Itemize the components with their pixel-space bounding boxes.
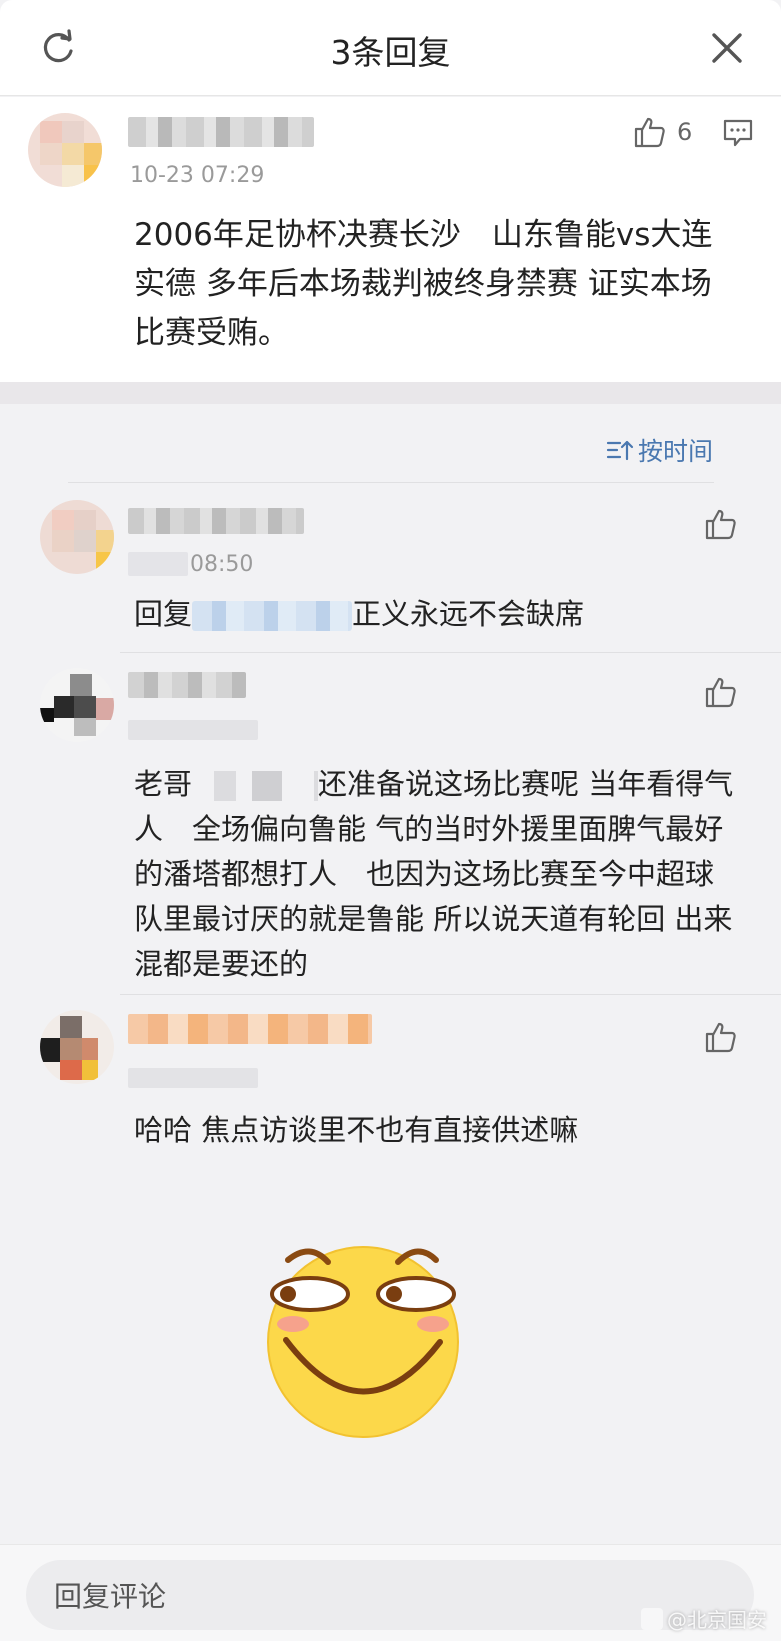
watermark: @北京国安 bbox=[641, 1604, 767, 1633]
reply-text: 回复 正义永远不会缺席 bbox=[134, 592, 734, 637]
reply-text: 哈哈 焦点访谈里不也有直接供述嘛 bbox=[134, 1108, 734, 1153]
time-blurred bbox=[128, 1068, 258, 1088]
avatar[interactable] bbox=[40, 668, 114, 742]
sort-icon bbox=[606, 440, 634, 461]
thumbs-up-icon[interactable] bbox=[704, 1020, 738, 1054]
reply-content: 哈哈 焦点访谈里不也有直接供述嘛 bbox=[134, 1113, 579, 1147]
mention-blurred[interactable] bbox=[192, 771, 319, 801]
smirk-emoji-icon bbox=[267, 1246, 459, 1438]
username-blurred[interactable] bbox=[128, 1014, 372, 1044]
avatar[interactable] bbox=[40, 1010, 114, 1084]
reply-text: 老哥 还准备说这场比赛呢 当年看得气人 全场偏向鲁能 气的当时外援里面脾气最好的潘… bbox=[134, 762, 734, 987]
comment-text: 2006年足协杯决赛长沙 山东鲁能vs大连实德 多年后本场裁判被终身禁赛 证实本… bbox=[134, 217, 713, 351]
reply-time: 08:50 bbox=[190, 552, 254, 577]
thumbs-up-icon[interactable] bbox=[704, 507, 738, 541]
avatar[interactable] bbox=[28, 113, 102, 187]
divider bbox=[68, 482, 714, 483]
time-blurred bbox=[128, 720, 258, 740]
mention-blurred[interactable] bbox=[192, 601, 353, 631]
reply-prefix: 回复 bbox=[134, 597, 193, 631]
dialog-header: 3条回复 bbox=[0, 0, 781, 96]
close-icon[interactable] bbox=[709, 30, 745, 66]
watermark-text: @北京国安 bbox=[667, 1608, 767, 1632]
divider bbox=[120, 994, 781, 995]
like-button[interactable]: 6 bbox=[633, 115, 692, 149]
weibo-logo-icon bbox=[641, 1607, 663, 1630]
thumbs-up-icon bbox=[634, 117, 665, 148]
reply-content: 正义永远不会缺席 bbox=[352, 597, 585, 631]
reply-placeholder: 回复评论 bbox=[54, 1580, 167, 1613]
username-blurred[interactable] bbox=[128, 672, 246, 698]
sort-by-time-button[interactable]: 按时间 bbox=[606, 432, 713, 468]
username-blurred[interactable] bbox=[128, 117, 314, 147]
time-blurred bbox=[128, 552, 188, 576]
section-gap bbox=[0, 382, 781, 404]
avatar[interactable] bbox=[40, 500, 114, 574]
comment-icon[interactable] bbox=[722, 118, 754, 148]
username-blurred[interactable] bbox=[128, 508, 304, 534]
main-comment: 10-23 07:29 6 2006年足协杯决赛长沙 山东鲁能vs大连实德 多年… bbox=[0, 97, 781, 382]
reply-prefix: 老哥 bbox=[134, 767, 193, 801]
like-count: 6 bbox=[677, 118, 693, 146]
thumbs-up-icon[interactable] bbox=[704, 675, 738, 709]
sort-label: 按时间 bbox=[637, 437, 713, 466]
comment-time: 10-23 07:29 bbox=[130, 163, 265, 188]
dialog-title: 3条回复 bbox=[330, 33, 451, 72]
divider bbox=[120, 652, 781, 653]
